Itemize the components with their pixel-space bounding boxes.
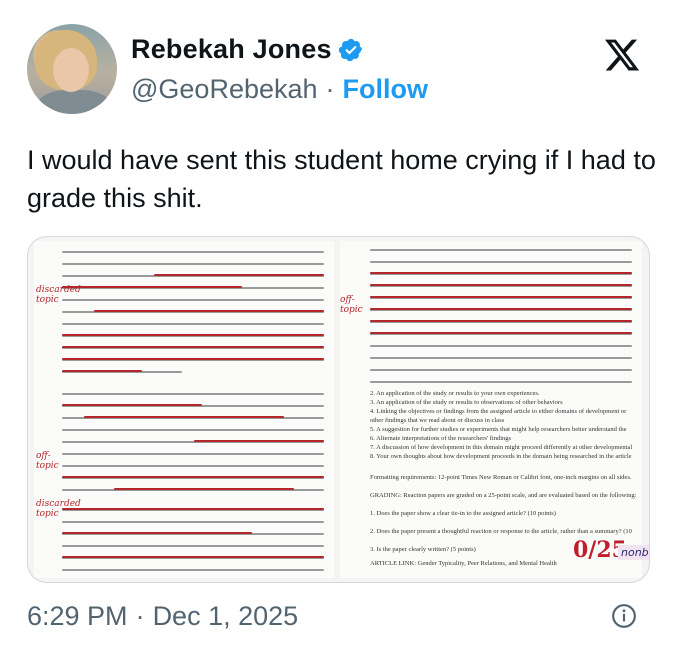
info-icon[interactable]	[611, 603, 637, 629]
tweet-text: I would have sent this student home cryi…	[27, 145, 656, 213]
verified-badge-icon	[338, 38, 362, 61]
essay-page-left: discarded topic off-topic discarded topi…	[34, 241, 334, 578]
assignment-item: GRADING: Reaction papers are graded on a…	[370, 492, 637, 499]
margin-note: off-topic	[36, 451, 59, 471]
assignment-item: 2. Does the paper present a thoughtful r…	[370, 528, 632, 535]
margin-note: discarded topic	[36, 285, 81, 305]
assignment-item: Formatting requirements: 12-point Times …	[370, 474, 632, 481]
essay-page-right: off-topic 2. An application of the study…	[340, 241, 642, 578]
margin-note: off-topic	[340, 295, 363, 315]
author-handle[interactable]: @GeoRebekah	[131, 74, 318, 105]
tweet-timestamp[interactable]: 6:29 PM · Dec 1, 2025	[27, 601, 298, 632]
assignment-item: 8. Your own thoughts about how developme…	[370, 453, 632, 460]
avatar[interactable]	[27, 24, 117, 114]
separator-dot: ·	[135, 601, 145, 631]
assignment-item: 6. Alternate interpretations of the rese…	[370, 435, 512, 442]
follow-button[interactable]: Follow	[343, 74, 428, 105]
assignment-item: 4. Linking the objectives or findings fr…	[370, 408, 627, 424]
assignment-item: 1. Does the paper show a clear tie-in to…	[370, 510, 556, 517]
assignment-item: 2. An application of the study or result…	[370, 390, 540, 397]
tweet-time: 6:29 PM	[27, 601, 128, 631]
tweet-date: Dec 1, 2025	[152, 601, 299, 631]
author-name-row: Rebekah Jones	[131, 34, 364, 65]
assignment-item: 7. A discussion of how development in th…	[370, 444, 633, 451]
assignment-item: 3. Is the paper clearly written? (5 poin…	[370, 546, 476, 553]
assignment-item: 3. An application of the study or result…	[370, 399, 563, 406]
author-name[interactable]: Rebekah Jones	[131, 34, 332, 65]
assignment-item: ARTICLE LINK: Gender Typicality, Peer Re…	[370, 560, 557, 567]
tweet-card: Rebekah Jones @GeoRebekah · Follow I wou…	[0, 0, 675, 655]
separator-dot: ·	[325, 74, 335, 104]
margin-note: discarded topic	[36, 499, 81, 519]
x-logo-icon[interactable]	[603, 36, 641, 74]
assignment-item: 5. A suggestion for further studies or e…	[370, 426, 627, 433]
grade-note: nonbinary	[618, 545, 649, 560]
tweet-media-image[interactable]: discarded topic off-topic discarded topi…	[27, 236, 650, 583]
author-handle-row: @GeoRebekah · Follow	[131, 74, 428, 105]
